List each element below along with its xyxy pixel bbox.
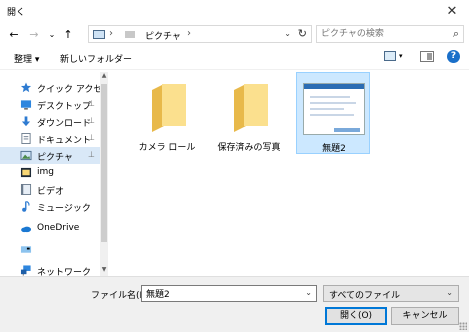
help-icon[interactable]: ?	[447, 50, 460, 63]
up-button[interactable]: ↑	[60, 26, 76, 42]
thumbnail-line	[310, 114, 354, 116]
sidebar-item-label: img	[37, 167, 54, 177]
file-name: 保存済みの写真	[217, 143, 281, 153]
sidebar-item-label: ドキュメント	[37, 136, 92, 146]
sidebar-item-videos[interactable]: ビデオ	[0, 181, 100, 198]
filetype-select[interactable]: すべてのファイル ⌄	[323, 285, 459, 302]
video-icon	[20, 184, 32, 195]
pin-icon: ⊥	[88, 99, 95, 108]
recent-locations-button[interactable]: ⌄	[44, 26, 60, 42]
file-name: 無題2	[322, 144, 346, 154]
folder-icon	[234, 84, 268, 132]
thumbnail-line	[310, 96, 350, 98]
close-button[interactable]: ✕	[435, 0, 469, 22]
sidebar-item-onedrive[interactable]: OneDrive	[0, 220, 100, 237]
filetype-dropdown-icon: ⌄	[446, 288, 453, 297]
breadcrumb-separator[interactable]: ›	[187, 28, 191, 39]
cancel-button[interactable]: キャンセル	[391, 307, 459, 325]
sidebar-item-label: ダウンロード	[37, 119, 92, 129]
sidebar-item-pc[interactable]	[0, 241, 100, 258]
sidebar-item-network[interactable]: ネットワーク	[0, 262, 100, 276]
sidebar-item-pictures[interactable]: ピクチャ ⊥	[0, 147, 100, 164]
download-icon	[21, 116, 31, 127]
refresh-icon[interactable]: ↻	[298, 27, 307, 40]
folder-icon	[152, 84, 186, 132]
desktop-icon	[20, 100, 32, 110]
address-dropdown-icon[interactable]: ⌄	[284, 29, 291, 38]
sidebar-item-label: ネットワーク	[37, 268, 92, 276]
file-item[interactable]: カメラ ロール	[130, 72, 204, 154]
sidebar-item-documents[interactable]: ドキュメント ⊥	[0, 130, 100, 147]
filename-field[interactable]: ⌄	[141, 285, 317, 302]
sidebar-item-quick-access[interactable]: クイック アクセス	[0, 79, 107, 96]
breadcrumb-separator[interactable]: ›	[109, 28, 113, 39]
document-icon	[21, 133, 31, 144]
thumbnail-line	[310, 102, 356, 104]
thumbnail-line	[310, 108, 344, 110]
filename-dropdown-icon[interactable]: ⌄	[305, 288, 312, 297]
dialog-footer: ファイル名(N): ⌄ すべてのファイル ⌄ 開く(O) キャンセル	[0, 276, 469, 332]
search-input[interactable]	[321, 28, 441, 40]
file-list: カメラ ロール 保存済みの写真 無題2	[110, 72, 469, 276]
navigation-pane: クイック アクセス デスクトップ ⊥ ダウンロード ⊥ ドキュメント ⊥ ピクチ…	[0, 72, 108, 276]
hidden-path-icon	[125, 31, 135, 38]
title-bar: 開く ✕	[0, 0, 469, 22]
command-bar: 整理 ▾ 新しいフォルダー ▾ ?	[0, 46, 469, 70]
sidebar-item-desktop[interactable]: デスクトップ ⊥	[0, 96, 100, 113]
filename-input[interactable]	[146, 288, 296, 299]
scroll-up-arrow[interactable]: ▲	[100, 72, 108, 82]
scroll-thumb[interactable]	[101, 84, 107, 242]
onedrive-icon	[21, 226, 32, 233]
pc-icon	[20, 246, 32, 253]
view-icon[interactable]	[384, 51, 396, 61]
address-bar-row: ← → ⌄ ↑ › ピクチャ › ⌄ ↻ ⌕	[0, 22, 469, 46]
network-icon	[20, 265, 31, 276]
breadcrumb-pictures[interactable]: ピクチャ	[145, 29, 181, 42]
file-item-selected[interactable]: 無題2	[296, 72, 370, 154]
sidebar-item-img[interactable]: img	[0, 164, 100, 181]
sidebar-item-label: ミュージック	[37, 204, 91, 214]
search-box[interactable]: ⌕	[316, 25, 464, 43]
back-button[interactable]: ←	[6, 26, 22, 42]
pin-icon: ⊥	[88, 116, 95, 125]
sidebar-item-label: ビデオ	[37, 187, 65, 197]
file-name: カメラ ロール	[138, 143, 196, 153]
open-button[interactable]: 開く(O)	[325, 307, 387, 325]
file-item[interactable]: 保存済みの写真	[212, 72, 286, 154]
sidebar-item-downloads[interactable]: ダウンロード ⊥	[0, 113, 100, 130]
star-icon	[20, 82, 32, 93]
sidebar-scrollbar[interactable]: ▲ ▼	[100, 72, 108, 276]
sidebar-item-music[interactable]: ミュージック	[0, 198, 100, 215]
forward-button[interactable]: →	[26, 26, 42, 42]
folder-icon	[20, 167, 32, 178]
scroll-down-arrow[interactable]: ▼	[100, 266, 108, 276]
music-icon	[22, 201, 30, 212]
pictures-location-icon	[93, 30, 105, 39]
sidebar-item-label: クイック アクセス	[37, 85, 108, 95]
filetype-value: すべてのファイル	[329, 291, 401, 301]
image-thumbnail	[303, 83, 365, 135]
sidebar-item-label: ピクチャ	[37, 153, 73, 163]
address-box[interactable]: › ピクチャ › ⌄ ↻	[88, 25, 312, 43]
pin-icon: ⊥	[88, 133, 95, 142]
thumbnail-button	[334, 128, 360, 132]
window-title: 開く	[7, 8, 26, 18]
resize-grip-icon[interactable]	[459, 322, 467, 330]
pictures-icon	[20, 150, 32, 161]
preview-pane-icon[interactable]	[420, 51, 434, 62]
organize-button[interactable]: 整理 ▾	[14, 52, 39, 65]
pin-icon: ⊥	[88, 150, 95, 159]
thumbnail-header	[304, 84, 364, 89]
sidebar-item-label: デスクトップ	[37, 102, 92, 112]
sidebar-item-label: OneDrive	[37, 223, 80, 233]
new-folder-button[interactable]: 新しいフォルダー	[60, 52, 132, 65]
view-dropdown-icon[interactable]: ▾	[399, 52, 403, 60]
search-icon[interactable]: ⌕	[453, 27, 459, 41]
